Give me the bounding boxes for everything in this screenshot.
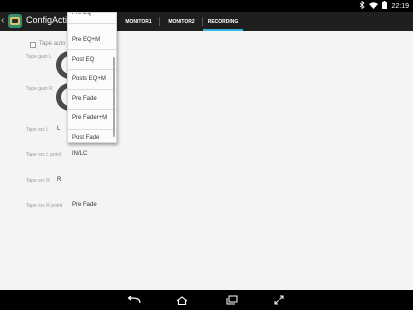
dropdown-divider [68, 23, 116, 24]
tab-label: MONITOR2 [168, 18, 195, 25]
recording-settings-panel: Tape auto Tape gain L Tape gain R Tape s… [0, 31, 413, 290]
tab-label: MONITOR1 [125, 18, 152, 25]
navigation-bar [0, 290, 413, 310]
status-bar: 22:19 [0, 0, 413, 12]
tab-label: RECORDING [207, 18, 239, 25]
tab-recording[interactable]: RECORDING [203, 12, 243, 31]
action-bar: ‹ ConfigActivity MONITOR1 MONITOR2 RECOR… [0, 12, 413, 31]
tape-src-l-point-label: Tape src L point [26, 152, 62, 158]
tape-gain-l-label: Tape gain L [26, 54, 52, 60]
tap-point-dropdown: Pre EQ Pre EQ+M Post EQ Posts EQ+M Pre F… [67, 12, 117, 143]
tab-strip: MONITOR1 MONITOR2 RECORDING [117, 12, 243, 31]
dropdown-scrollbar[interactable] [113, 57, 115, 137]
tape-src-l-point-value[interactable]: IN/LC [72, 151, 87, 157]
dropdown-item-pre-fader-m[interactable]: Pre Fader+M [68, 108, 116, 128]
status-icons: 22:19 [359, 0, 409, 11]
up-navigation-icon[interactable]: ‹ [1, 15, 4, 26]
tape-gain-r-label: Tape gain R [26, 86, 53, 92]
tape-src-l-label: Tape src L [26, 127, 50, 133]
home-icon[interactable] [174, 293, 190, 307]
tape-auto-checkbox[interactable] [30, 42, 36, 48]
battery-icon [382, 1, 388, 11]
recents-icon[interactable] [224, 293, 240, 307]
dropdown-item-post-eq[interactable]: Post EQ [68, 50, 116, 70]
tape-src-r-point-value[interactable]: Pre Fade [72, 202, 97, 208]
back-icon[interactable] [126, 293, 142, 307]
status-time: 22:19 [391, 2, 409, 10]
dropdown-item-post-fade[interactable]: Post Fade [68, 128, 116, 142]
dropdown-item-pre-eq[interactable]: Pre EQ [68, 13, 116, 23]
tape-src-r-point-label: Tape src R point [26, 203, 63, 209]
tape-src-r-label: Tape src R [26, 178, 50, 184]
tape-src-l-value[interactable]: L [57, 126, 60, 132]
fullscreen-icon[interactable] [271, 293, 287, 307]
tab-monitor1[interactable]: MONITOR1 [117, 12, 160, 31]
wifi-icon [369, 1, 379, 11]
screen: 22:19 ‹ ConfigActivity MONITOR1 MONITOR2… [0, 0, 413, 310]
bluetooth-icon [359, 0, 366, 11]
tab-monitor2[interactable]: MONITOR2 [160, 12, 203, 31]
dropdown-item-pre-fade[interactable]: Pre Fade [68, 89, 116, 109]
dropdown-item-posts-eq-m[interactable]: Posts EQ+M [68, 69, 116, 89]
tape-auto-label: Tape auto [39, 41, 66, 47]
dropdown-item-pre-eq-m[interactable]: Pre EQ+M [68, 30, 116, 50]
app-icon[interactable] [8, 14, 22, 28]
tape-src-r-value[interactable]: R [57, 177, 61, 183]
